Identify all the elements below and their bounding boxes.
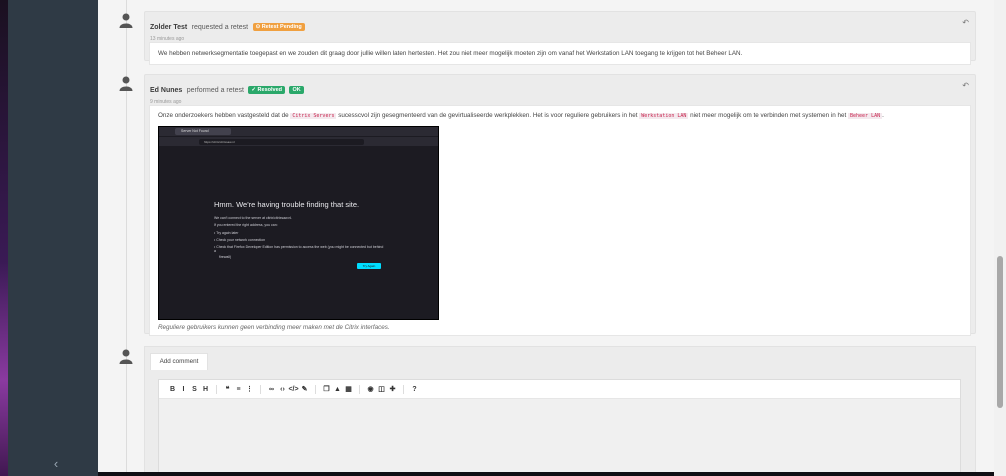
status-badge-resolved: ✓ Resolved xyxy=(248,86,285,94)
heading-icon[interactable]: H xyxy=(200,386,211,393)
toolbar-separator xyxy=(359,384,360,394)
timestamp: 13 minutes ago xyxy=(150,36,185,42)
ordered-list-icon[interactable]: ⋮ xyxy=(244,385,255,393)
fullscreen-icon[interactable]: ✚ xyxy=(387,385,398,393)
desktop-edge xyxy=(0,0,8,476)
text-segment: . xyxy=(882,112,884,119)
text-segment: Onze onderzoekers hebben vastgesteld dat… xyxy=(158,112,291,119)
tab-add-comment[interactable]: Add comment xyxy=(150,353,208,370)
comment-body: We hebben netwerksegmentatie toegepast e… xyxy=(149,42,971,65)
help-icon[interactable]: ? xyxy=(409,386,420,393)
warning-icon[interactable]: ▲ xyxy=(332,386,343,393)
inline-code: Citrix Servers xyxy=(290,113,337,119)
copy-icon[interactable]: ❐ xyxy=(321,385,332,393)
browser-urlbar: https://citrix/citrixsaw.nl xyxy=(159,136,438,146)
bullet-text: Check your network connection xyxy=(216,238,266,242)
error-line: We can't connect to the server at citrix… xyxy=(214,216,293,220)
status-badge-ok: OK xyxy=(289,86,304,94)
code-block-icon[interactable]: </> xyxy=(288,386,299,393)
scrollbar-thumb[interactable] xyxy=(997,256,1003,408)
sidebar: ‹ xyxy=(8,0,98,476)
text-segment: niet meer mogelijk om te verbinden met s… xyxy=(688,112,848,119)
timeline: Zolder Test requested a retest ⊙ Retest … xyxy=(98,0,994,472)
status-badge: ⊙ Retest Pending xyxy=(252,23,305,31)
link-icon[interactable]: ∞ xyxy=(266,386,277,393)
side-by-side-icon[interactable]: ◫ xyxy=(376,385,387,393)
toolbar-separator xyxy=(260,384,261,394)
action-text: performed a retest xyxy=(186,87,244,94)
browser-tabbar: Server Not Found xyxy=(159,127,438,136)
author-name[interactable]: Zolder Test xyxy=(150,24,187,31)
error-bullet: • Try again later xyxy=(214,231,239,235)
browser-tab: Server Not Found xyxy=(175,128,231,135)
page-scrollbar[interactable] xyxy=(994,0,1006,476)
bullet-text: Check that Firefox Developer Edition has… xyxy=(214,245,384,253)
author-name[interactable]: Ed Nunes xyxy=(150,87,182,94)
toolbar-separator xyxy=(315,384,316,394)
activity-card-retest-request: Zolder Test requested a retest ⊙ Retest … xyxy=(144,11,976,65)
markdown-editor: B I S H ❝ ≡ ⋮ ∞ ‹› </> ✎ ❐ ▲ ▦ ◉ ◫ ✚? xyxy=(158,379,961,472)
chevron-left-icon[interactable]: ‹ xyxy=(48,456,64,472)
browser-url: https://citrix/citrixsaw.nl xyxy=(199,138,364,145)
inline-code: Werkstation LAN xyxy=(639,113,689,119)
error-title: Hmm. We're having trouble finding that s… xyxy=(214,200,360,209)
bold-icon[interactable]: B xyxy=(167,386,178,393)
toolbar-separator xyxy=(216,384,217,394)
avatar-icon xyxy=(119,349,133,364)
reply-icon[interactable]: ↶ xyxy=(962,81,969,90)
error-line: If you entered the right address, you ca… xyxy=(214,223,278,227)
reply-icon[interactable]: ↶ xyxy=(962,18,969,27)
avatar-icon xyxy=(119,76,133,91)
timestamp: 9 minutes ago xyxy=(150,99,182,105)
comment-paragraph: Onze onderzoekers hebben vastgesteld dat… xyxy=(158,112,962,119)
try-again-button: Try Again xyxy=(357,263,381,269)
comment-textarea[interactable] xyxy=(159,399,960,472)
evidence-screenshot[interactable]: Server Not Found https://citrix/citrixsa… xyxy=(158,126,439,320)
screenshot-caption: Reguliere gebruikers kunnen geen verbind… xyxy=(158,324,390,331)
editor-toolbar: B I S H ❝ ≡ ⋮ ∞ ‹› </> ✎ ❐ ▲ ▦ ◉ ◫ ✚? xyxy=(159,380,960,399)
timeline-line xyxy=(126,0,127,472)
error-bullet: • Check that Firefox Developer Edition h… xyxy=(214,245,384,253)
comment-body: Onze onderzoekers hebben vastgesteld dat… xyxy=(149,105,971,336)
pen-icon[interactable]: ✎ xyxy=(299,385,310,393)
action-text: requested a retest xyxy=(191,24,249,31)
unordered-list-icon[interactable]: ≡ xyxy=(233,386,244,393)
add-comment-panel: Add comment B I S H ❝ ≡ ⋮ ∞ ‹› </> ✎ ❐ ▲ ▦ ◉ ◫ ✚? xyxy=(144,346,976,472)
error-bullet-continuation: firewall) xyxy=(219,255,232,259)
error-bullet: • Check your network connection xyxy=(214,238,266,242)
text-segment: sucesscvol zijn gesegmenteerd van de gev… xyxy=(336,112,640,119)
italic-icon[interactable]: I xyxy=(178,386,189,393)
preview-icon[interactable]: ◉ xyxy=(365,385,376,393)
avatar-icon xyxy=(119,13,133,28)
bullet-text: Try again later xyxy=(216,231,239,235)
quote-icon[interactable]: ❝ xyxy=(222,385,233,393)
inline-code: Beheer LAN xyxy=(848,113,883,119)
activity-card-retest-result: Ed Nunes performed a retest ✓ Resolved O… xyxy=(144,74,976,336)
toolbar-separator xyxy=(403,384,404,394)
strikethrough-icon[interactable]: S xyxy=(189,386,200,393)
table-icon[interactable]: ▦ xyxy=(343,385,354,393)
code-icon[interactable]: ‹› xyxy=(277,386,288,393)
